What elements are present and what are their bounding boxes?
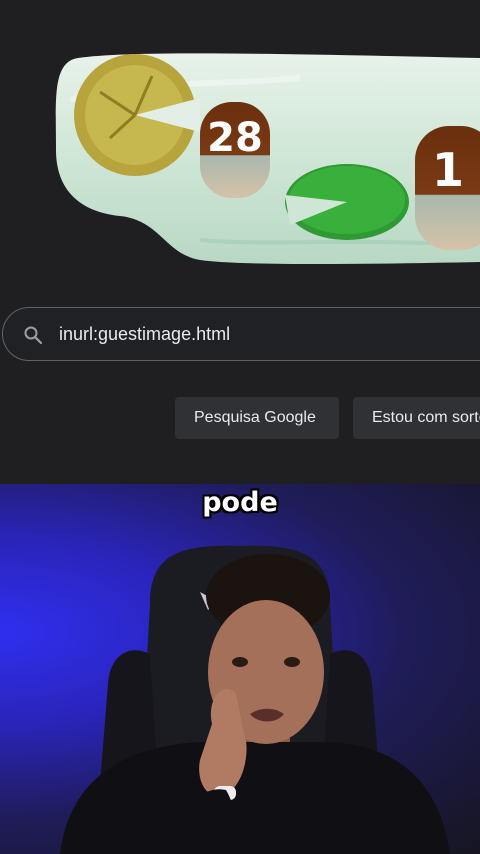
- doodle-stone-28: 28: [200, 102, 270, 198]
- search-input[interactable]: inurl:guestimage.html: [2, 307, 480, 361]
- search-icon: [24, 326, 43, 345]
- google-homepage-screen: 28 1 inurl:guestimage.html Pesquisa Goog…: [0, 0, 480, 484]
- webcam-overlay: [0, 484, 480, 854]
- video-caption: pode: [202, 487, 278, 518]
- video-frame: 28 1 inurl:guestimage.html Pesquisa Goog…: [0, 0, 480, 854]
- google-doodle[interactable]: 28 1: [0, 40, 480, 280]
- doodle-number-1: 1: [432, 143, 464, 197]
- doodle-number-28: 28: [207, 115, 263, 161]
- feeling-lucky-button[interactable]: Estou com sorte: [353, 397, 480, 439]
- lily-pad-green: [285, 164, 409, 240]
- person-in-gaming-chair: [60, 545, 450, 854]
- doodle-stone-1: 1: [415, 126, 480, 250]
- google-search-button[interactable]: Pesquisa Google: [175, 397, 339, 439]
- search-query-text: inurl:guestimage.html: [59, 324, 231, 344]
